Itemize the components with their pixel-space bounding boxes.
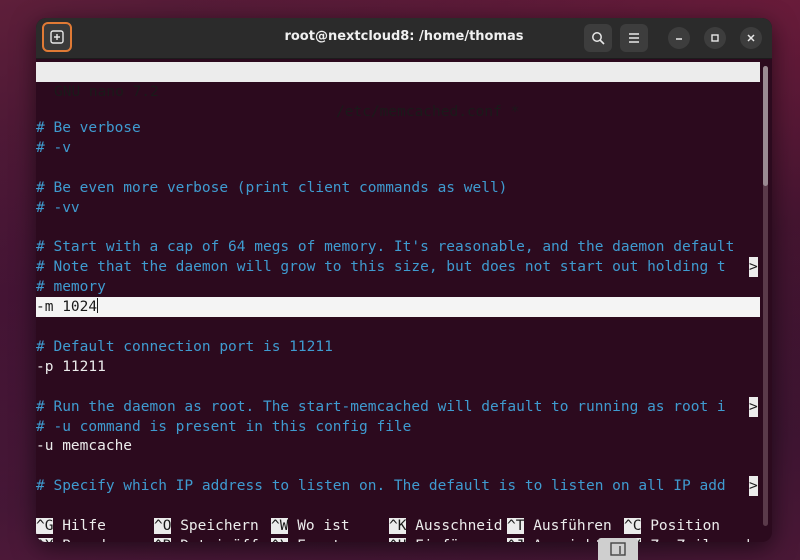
shortcut-label: Hilfe <box>53 518 106 534</box>
editor-line-text: # memory <box>36 279 106 296</box>
line-truncation-marker: > <box>749 257 758 278</box>
shortcut-key: ^U <box>389 538 407 542</box>
minimize-button[interactable] <box>668 27 690 49</box>
close-button[interactable] <box>740 27 762 49</box>
editor-line[interactable]: -m 1024 <box>36 297 99 317</box>
hamburger-menu-icon <box>629 33 639 43</box>
title-bar: root@nextcloud8: /home/thomas <box>36 18 772 59</box>
shortcut-key: ^R <box>154 538 172 542</box>
close-icon <box>747 34 755 42</box>
scrollbar-thumb[interactable] <box>763 66 768 186</box>
editor-line[interactable]: # -u command is present in this config f… <box>36 417 411 437</box>
shortcut-label: Datei öffn <box>171 538 267 542</box>
shortcut-item[interactable]: ^/ Zu Zeile geh <box>624 536 755 542</box>
shortcut-item[interactable]: ^K Ausschneid <box>389 516 503 536</box>
shortcut-item[interactable]: ^G Hilfe <box>36 516 106 536</box>
maximize-icon <box>711 34 719 42</box>
line-truncation-marker: > <box>749 396 758 417</box>
maximize-button[interactable] <box>704 27 726 49</box>
shortcut-label: Ausschneid <box>406 518 503 534</box>
editor-line-text: # Specify which IP address to listen on.… <box>36 478 726 495</box>
shortcut-item[interactable]: ^U Einfügen <box>389 536 485 542</box>
shortcut-item[interactable]: ^\ Ersetzen <box>271 536 367 542</box>
editor-line-text: # Be verbose <box>36 120 141 136</box>
shortcut-key: ^O <box>154 518 172 534</box>
editor-line-text: # Start with a cap of 64 megs of memory.… <box>36 239 735 256</box>
text-cursor <box>97 298 99 314</box>
shortcut-key: ^G <box>36 518 54 534</box>
editor-line-text: -u memcache <box>36 438 133 455</box>
shortcut-item[interactable]: ^W Wo ist <box>271 516 350 536</box>
shortcut-item[interactable]: ^T Ausführen <box>507 516 612 536</box>
shortcut-label: Zu Zeile geh <box>641 538 755 542</box>
shortcut-key: ^T <box>507 518 525 534</box>
shortcut-label: Ersetzen <box>288 538 367 542</box>
scrollbar[interactable] <box>763 66 768 526</box>
shortcut-label: Beenden <box>53 538 123 542</box>
shortcut-item[interactable]: ^X Beenden <box>36 536 123 542</box>
window-title: root@nextcloud8: /home/thomas <box>284 29 524 44</box>
line-truncation-marker: > <box>749 476 758 497</box>
shortcut-item[interactable]: ^R Datei öffn <box>154 536 268 542</box>
editor-line[interactable]: # Run the daemon as root. The start-memc… <box>36 397 726 417</box>
terminal-window: root@nextcloud8: /home/thomas GNU nano 7… <box>36 18 772 542</box>
search-icon <box>592 32 605 45</box>
editor-line-text: -m 1024 <box>36 299 98 316</box>
editor-line-text: # Default connection port is 11211 <box>36 338 333 355</box>
shortcut-key: ^K <box>389 518 407 534</box>
editor-line-text: # Be even more verbose (print client com… <box>36 179 508 196</box>
editor-line[interactable]: -p 11211 <box>36 357 106 377</box>
editor-line-text: # Run the daemon as root. The start-memc… <box>36 398 726 415</box>
taskbar-app[interactable] <box>598 538 638 560</box>
shortcut-key: ^J <box>507 538 525 542</box>
terminal-content[interactable]: GNU nano 7.2 /etc/memcached.conf * # Be … <box>36 59 764 542</box>
editor-line[interactable]: # Start with a cap of 64 megs of memory.… <box>36 237 734 257</box>
app-window-icon <box>610 542 626 556</box>
menu-button[interactable] <box>620 24 648 52</box>
editor-line[interactable]: # Specify which IP address to listen on.… <box>36 476 726 496</box>
editor-line[interactable]: # Be verbose <box>36 118 141 138</box>
editor-line[interactable]: # -v <box>36 138 71 158</box>
shortcut-key: ^X <box>36 538 54 542</box>
shortcut-label: Position <box>641 518 721 534</box>
editor-line[interactable]: # Note that the daemon will grow to this… <box>36 257 726 277</box>
highlighted-line[interactable] <box>36 297 760 318</box>
editor-line-text: # -vv <box>36 199 80 216</box>
shortcut-key: ^C <box>624 518 642 534</box>
minimize-icon <box>676 38 682 40</box>
shortcut-label: Wo ist <box>288 518 350 534</box>
editor-line[interactable]: -u memcache <box>36 436 132 456</box>
shortcut-label: Ausführen <box>524 518 612 534</box>
shortcut-key: ^W <box>271 518 289 534</box>
shortcut-label: Einfügen <box>406 538 485 542</box>
editor-line-text: # -v <box>36 139 71 156</box>
editor-line[interactable]: # memory <box>36 277 106 297</box>
shortcut-label: Speichern <box>171 518 259 534</box>
shortcut-key: ^\ <box>271 538 289 542</box>
editor-line-text: # -u command is present in this config f… <box>36 418 412 435</box>
editor-line-text: -p 11211 <box>36 358 106 375</box>
editor-line[interactable]: # Be even more verbose (print client com… <box>36 178 507 198</box>
shortcut-item[interactable]: ^C Position <box>624 516 720 536</box>
editor-line[interactable]: # -vv <box>36 198 80 218</box>
shortcut-item[interactable]: ^O Speichern <box>154 516 259 536</box>
editor-line-text: # Note that the daemon will grow to this… <box>36 259 726 276</box>
nano-version: GNU nano 7.2 <box>54 84 159 100</box>
search-button[interactable] <box>584 24 612 52</box>
nano-filename: /etc/memcached.conf * <box>336 104 520 120</box>
nano-header-bar: GNU nano 7.2 /etc/memcached.conf * <box>36 62 760 120</box>
editor-line[interactable]: # Default connection port is 11211 <box>36 337 333 357</box>
